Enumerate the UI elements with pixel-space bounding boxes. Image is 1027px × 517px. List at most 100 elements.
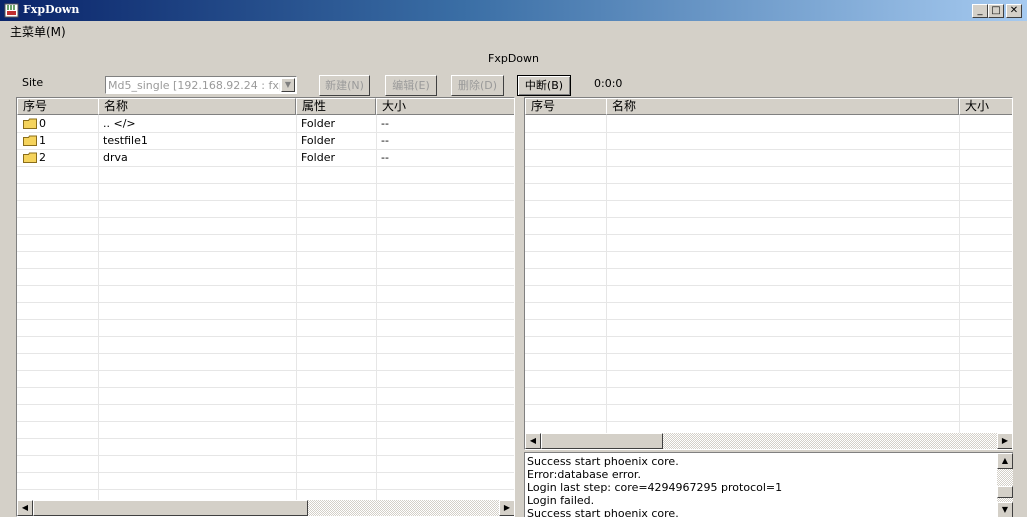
new-button[interactable]: 新建(N) (319, 75, 370, 96)
row-attr: Folder (301, 117, 335, 130)
table-row[interactable]: 2 drva Folder -- (17, 149, 514, 166)
scroll-down-icon[interactable]: ▼ (997, 502, 1013, 517)
site-select[interactable]: Md5_single [192.168.92.24 : fxptes ▼ (105, 76, 297, 94)
maximize-icon: □ (991, 5, 1001, 16)
horizontal-scrollbar[interactable]: ◀ ▶ (17, 500, 514, 516)
window-title: FxpDown (23, 3, 80, 16)
local-file-list[interactable]: 序号 名称 属性 大小 0 .. </> Folder -- 1 testfil… (16, 97, 515, 517)
column-header-attr[interactable]: 属性 (296, 98, 376, 115)
grid-line (525, 234, 1012, 235)
row-name: testfile1 (103, 134, 148, 147)
row-size: -- (381, 117, 389, 130)
menu-bar (0, 21, 1027, 40)
grid-line (525, 183, 1012, 184)
close-button[interactable]: ✕ (1006, 4, 1022, 18)
scroll-thumb[interactable] (997, 486, 1013, 498)
folder-icon (23, 135, 37, 146)
grid-line (17, 200, 514, 201)
table-row[interactable]: 1 testfile1 Folder -- (17, 132, 514, 149)
grid-line (17, 370, 514, 371)
grid-line (17, 489, 514, 490)
grid-line (525, 319, 1012, 320)
grid-line (525, 404, 1012, 405)
minimize-button[interactable]: _ (972, 4, 988, 18)
grid-line (525, 200, 1012, 201)
remote-file-list[interactable]: 序号 名称 大小 ◀ ▶ (524, 97, 1013, 450)
grid-line (17, 302, 514, 303)
grid-line (17, 404, 514, 405)
grid-line (17, 166, 514, 167)
folder-icon (23, 118, 37, 129)
log-line: Login failed. (527, 494, 595, 507)
grid-line (17, 421, 514, 422)
table-row[interactable]: 0 .. </> Folder -- (17, 115, 514, 132)
row-index: 1 (39, 134, 46, 147)
maximize-button[interactable]: □ (988, 4, 1004, 18)
grid-line (17, 251, 514, 252)
log-line: Success start phoenix core. (527, 455, 679, 468)
log-panel[interactable]: Success start phoenix core. Error:databa… (524, 452, 1013, 517)
interrupt-button[interactable]: 中断(B) (517, 75, 571, 96)
grid-line (525, 149, 1012, 150)
grid-line (606, 115, 607, 433)
scroll-right-icon[interactable]: ▶ (499, 500, 514, 516)
panel-splitter[interactable] (515, 97, 524, 517)
scroll-thumb[interactable] (541, 433, 663, 449)
timer-readout: 0:0:0 (594, 77, 623, 90)
grid-line (17, 472, 514, 473)
vertical-scrollbar[interactable]: ▲ ▼ (997, 453, 1013, 517)
grid-line (525, 166, 1012, 167)
app-icon (4, 3, 19, 18)
scroll-up-icon[interactable]: ▲ (997, 453, 1013, 469)
grid-line (17, 353, 514, 354)
row-index: 2 (39, 151, 46, 164)
horizontal-scrollbar[interactable]: ◀ ▶ (525, 433, 1012, 449)
site-select-value: Md5_single [192.168.92.24 : fxptes (108, 79, 280, 92)
grid-line (17, 438, 514, 439)
page-title: FxpDown (488, 52, 539, 65)
scroll-left-icon[interactable]: ◀ (17, 500, 33, 516)
grid-line (525, 387, 1012, 388)
grid-line (17, 319, 514, 320)
log-line: Success start phoenix core. (527, 507, 679, 517)
grid-line (17, 285, 514, 286)
column-header-name[interactable]: 名称 (606, 98, 959, 115)
grid-line (17, 268, 514, 269)
grid-line (525, 302, 1012, 303)
edit-button[interactable]: 编辑(E) (385, 75, 437, 96)
row-size: -- (381, 151, 389, 164)
site-label: Site (22, 76, 44, 89)
grid-line (296, 115, 297, 501)
grid-line (525, 268, 1012, 269)
column-header-size[interactable]: 大小 (959, 98, 1012, 115)
folder-icon (23, 152, 37, 163)
grid-line (17, 183, 514, 184)
grid-line (376, 115, 377, 501)
column-header-size[interactable]: 大小 (376, 98, 514, 115)
row-name: .. </> (103, 117, 136, 130)
scroll-thumb[interactable] (33, 500, 308, 516)
grid-line (525, 217, 1012, 218)
scroll-right-icon[interactable]: ▶ (997, 433, 1012, 449)
grid-line (525, 336, 1012, 337)
chevron-down-icon[interactable]: ▼ (281, 78, 295, 92)
grid-line (17, 387, 514, 388)
log-line: Error:database error. (527, 468, 641, 481)
title-bar[interactable] (0, 0, 1027, 21)
grid-line (525, 251, 1012, 252)
column-header-name[interactable]: 名称 (98, 98, 296, 115)
column-header-index[interactable]: 序号 (17, 98, 99, 115)
row-index: 0 (39, 117, 46, 130)
row-attr: Folder (301, 134, 335, 147)
column-header-index[interactable]: 序号 (525, 98, 607, 115)
grid-line (525, 421, 1012, 422)
close-icon: ✕ (1009, 5, 1019, 16)
row-name: drva (103, 151, 128, 164)
scroll-left-icon[interactable]: ◀ (525, 433, 541, 449)
row-attr: Folder (301, 151, 335, 164)
grid-line (17, 234, 514, 235)
log-line: Login last step: core=4294967295 protoco… (527, 481, 783, 494)
grid-line (17, 217, 514, 218)
menu-main[interactable]: 主菜单(M) (10, 23, 66, 40)
delete-button[interactable]: 删除(D) (451, 75, 504, 96)
